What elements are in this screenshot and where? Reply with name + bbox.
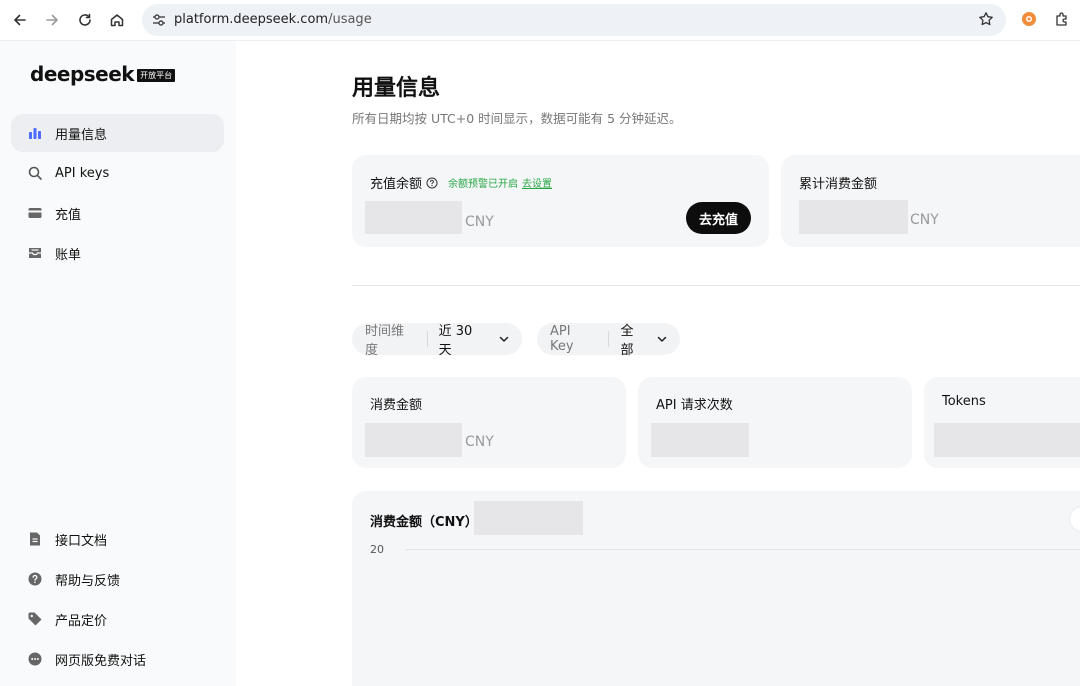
search-icon bbox=[26, 165, 43, 182]
sidebar-item-label: API keys bbox=[55, 165, 110, 181]
balance-header: 充值余额 余额预警已开启 去设置 bbox=[370, 173, 552, 192]
balance-value-placeholder bbox=[365, 201, 462, 234]
sidebar-item-web-chat[interactable]: 网页版免费对话 bbox=[11, 640, 224, 678]
sidebar-item-label: 网页版免费对话 bbox=[55, 653, 147, 669]
forward-button[interactable] bbox=[41, 9, 63, 31]
sidebar-item-label: 产品定价 bbox=[55, 613, 108, 629]
chevron-down-icon bbox=[656, 333, 668, 345]
api-key-filter[interactable]: API Key 全部 bbox=[537, 323, 680, 358]
sidebar-item-help[interactable]: 帮助与反馈 bbox=[11, 560, 224, 598]
url-path: /usage bbox=[328, 12, 372, 27]
sidebar-item-pricing[interactable]: 产品定价 bbox=[11, 600, 224, 638]
tokens-stat-label: Tokens bbox=[942, 394, 986, 409]
logo-text: deepseek bbox=[30, 62, 135, 86]
tokens-stat-placeholder bbox=[934, 423, 1080, 457]
api-requests-stat-card: API 请求次数 bbox=[638, 377, 912, 468]
api-key-filter-key: API Key bbox=[550, 324, 574, 354]
chevron-down-icon bbox=[498, 333, 510, 345]
spend-stat-label: 消费金额 bbox=[370, 398, 423, 413]
total-spend-label: 累计消费金额 bbox=[799, 177, 878, 192]
sidebar-item-billing[interactable]: 账单 bbox=[11, 234, 224, 272]
sidebar-item-label: 账单 bbox=[55, 247, 82, 263]
sidebar-item-recharge[interactable]: 充值 bbox=[11, 194, 224, 232]
api-requests-stat-label: API 请求次数 bbox=[656, 398, 733, 413]
deepseek-logo[interactable]: deepseek 开放平台 bbox=[30, 62, 176, 86]
sidebar-item-label: 接口文档 bbox=[55, 533, 108, 549]
chat-bubble-icon bbox=[26, 651, 43, 668]
help-circle-icon[interactable] bbox=[426, 177, 438, 189]
time-range-key: 时间维度 bbox=[365, 324, 405, 358]
chart-toggle-control[interactable] bbox=[1070, 507, 1080, 531]
chart-title: 消费金额（CNY） bbox=[370, 515, 478, 530]
balance-currency: CNY bbox=[465, 214, 494, 230]
time-range-filter[interactable]: 时间维度 近 30 天 bbox=[352, 323, 522, 358]
home-button[interactable] bbox=[106, 9, 128, 31]
extension-orange-icon[interactable] bbox=[1021, 11, 1037, 27]
total-spend-value-placeholder bbox=[799, 200, 908, 234]
browser-toolbar: platform.deepseek.com/usage bbox=[0, 0, 1080, 41]
sidebar: deepseek 开放平台 用量信息 API keys 充值 账单 接口文档 帮… bbox=[0, 41, 236, 686]
logo-badge: 开放平台 bbox=[137, 68, 176, 82]
sidebar-item-label: 充值 bbox=[55, 207, 82, 223]
url-host: platform.deepseek.com bbox=[174, 12, 329, 27]
sidebar-item-api-keys[interactable]: API keys bbox=[11, 154, 224, 192]
total-spend-card: 累计消费金额 CNY bbox=[781, 155, 1080, 247]
document-icon bbox=[26, 531, 43, 548]
bookmark-star-icon[interactable] bbox=[978, 11, 994, 31]
spend-stat-card: 消费金额 CNY bbox=[352, 377, 626, 468]
help-icon bbox=[26, 571, 43, 588]
chart-value-placeholder bbox=[474, 501, 583, 535]
inbox-icon bbox=[26, 245, 43, 262]
page-note: 所有日期均按 UTC+0 时间显示，数据可能有 5 分钟延迟。 bbox=[352, 111, 682, 126]
page-title: 用量信息 bbox=[352, 76, 441, 101]
balance-warning-text: 余额预警已开启 bbox=[448, 179, 519, 190]
reload-icon bbox=[79, 13, 91, 26]
bar-chart-icon bbox=[26, 125, 43, 142]
extensions-puzzle-icon[interactable] bbox=[1054, 11, 1070, 27]
api-key-filter-value: 全部 bbox=[620, 324, 634, 358]
time-range-value: 近 30 天 bbox=[438, 324, 473, 358]
api-requests-stat-placeholder bbox=[651, 423, 749, 457]
tokens-stat-card: Tokens bbox=[924, 377, 1080, 468]
balance-warning-settings-link[interactable]: 去设置 bbox=[522, 175, 552, 190]
spend-stat-placeholder bbox=[365, 423, 462, 457]
price-tag-icon bbox=[26, 611, 43, 628]
sidebar-item-label: 用量信息 bbox=[55, 127, 108, 143]
forward-arrow-icon bbox=[46, 14, 58, 26]
reload-button[interactable] bbox=[74, 9, 96, 31]
spend-chart-card: 消费金额（CNY） 20 bbox=[352, 491, 1080, 686]
section-divider bbox=[352, 285, 1080, 286]
balance-label: 充值余额 bbox=[370, 177, 423, 192]
balance-card: 充值余额 余额预警已开启 去设置 CNY 去充值 bbox=[352, 155, 769, 247]
total-spend-currency: CNY bbox=[910, 212, 939, 228]
back-button[interactable] bbox=[9, 9, 31, 31]
address-bar[interactable]: platform.deepseek.com/usage bbox=[142, 4, 1006, 36]
card-icon bbox=[26, 205, 43, 222]
sidebar-item-usage[interactable]: 用量信息 bbox=[11, 114, 224, 152]
recharge-button[interactable]: 去充值 bbox=[686, 202, 751, 234]
back-arrow-icon bbox=[14, 14, 26, 26]
spend-stat-currency: CNY bbox=[465, 434, 494, 450]
y-tick-label: 20 bbox=[370, 543, 384, 556]
home-icon bbox=[110, 14, 124, 27]
sidebar-item-api-docs[interactable]: 接口文档 bbox=[11, 520, 224, 558]
url-text: platform.deepseek.com/usage bbox=[174, 12, 372, 27]
filter-separator bbox=[426, 331, 428, 347]
site-settings-icon[interactable] bbox=[148, 10, 170, 30]
sidebar-item-label: 帮助与反馈 bbox=[55, 573, 121, 589]
chart-grid-line bbox=[406, 549, 1080, 550]
filter-separator bbox=[608, 331, 610, 347]
